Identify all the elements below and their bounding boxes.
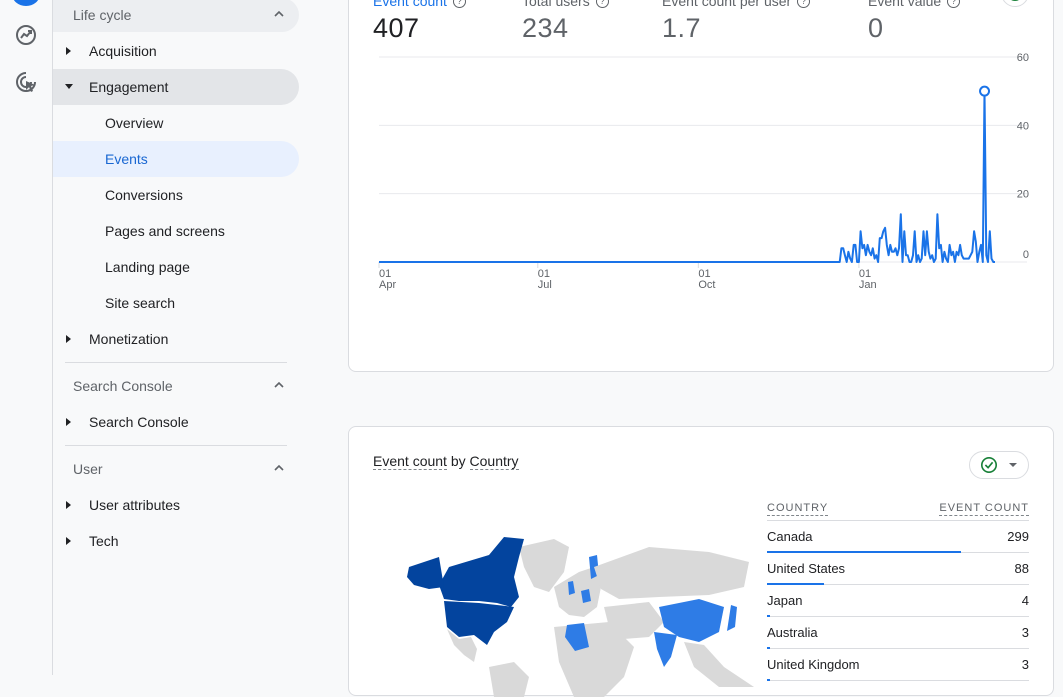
map-region-alaska bbox=[407, 557, 444, 589]
caret-right-icon bbox=[65, 417, 73, 427]
table-header: COUNTRY EVENT COUNT bbox=[767, 497, 1029, 521]
advertising-icon[interactable] bbox=[14, 70, 38, 94]
nav-item-engagement[interactable]: Engagement bbox=[53, 69, 299, 105]
nav-item-acquisition[interactable]: Acquisition bbox=[53, 33, 299, 69]
event-count-value: 299 bbox=[1007, 529, 1029, 544]
map-region-southeast-asia bbox=[684, 642, 754, 687]
dimension-selector[interactable]: Country bbox=[470, 453, 519, 470]
nav-item-label: Site search bbox=[105, 295, 175, 311]
map-region-south-america bbox=[489, 662, 529, 697]
nav-item-label: Pages and screens bbox=[105, 223, 225, 239]
chevron-up-icon bbox=[273, 462, 285, 474]
map-region-japan bbox=[727, 605, 737, 631]
map-region-india bbox=[654, 632, 677, 667]
nav-item-label: Conversions bbox=[105, 187, 183, 203]
nav-item-site-search[interactable]: Site search bbox=[53, 285, 299, 321]
column-header-event-count[interactable]: EVENT COUNT bbox=[939, 501, 1029, 516]
nav-item-label: Search Console bbox=[89, 414, 189, 430]
event-count-value: 3 bbox=[1022, 657, 1029, 672]
caret-right-icon bbox=[65, 536, 73, 546]
caret-right-icon bbox=[65, 46, 73, 56]
nav-item-label: Landing page bbox=[105, 259, 190, 275]
nav-item-label: Monetization bbox=[89, 331, 168, 347]
x-tick-month: Oct bbox=[698, 279, 715, 291]
nav-item-label: Overview bbox=[105, 115, 163, 131]
section-header-user[interactable]: User bbox=[53, 452, 299, 486]
y-tick-label: 60 bbox=[1017, 52, 1029, 64]
reports-icon[interactable] bbox=[14, 23, 38, 47]
nav-item-monetization[interactable]: Monetization bbox=[53, 321, 299, 357]
nav-item-label: User attributes bbox=[89, 497, 180, 513]
value-bar bbox=[767, 679, 770, 681]
country-name: Canada bbox=[767, 529, 813, 544]
caret-down-icon bbox=[64, 83, 74, 91]
series-line-event-count bbox=[379, 91, 995, 262]
section-title: User bbox=[73, 461, 103, 477]
title-by: by bbox=[451, 453, 466, 469]
country-name: Japan bbox=[767, 593, 802, 608]
country-name: United States bbox=[767, 561, 845, 576]
nav-item-label: Events bbox=[105, 151, 148, 167]
nav-item-events[interactable]: Events bbox=[53, 141, 299, 177]
event-count-value: 3 bbox=[1022, 625, 1029, 640]
nav-item-landing-page[interactable]: Landing page bbox=[53, 249, 299, 285]
nav-divider bbox=[65, 362, 287, 363]
nav-item-conversions[interactable]: Conversions bbox=[53, 177, 299, 213]
chevron-up-icon bbox=[273, 379, 285, 391]
nav-item-tech[interactable]: Tech bbox=[53, 523, 299, 559]
event-count-by-country-card: Event count by Country bbox=[348, 426, 1054, 696]
event-count-value: 88 bbox=[1015, 561, 1029, 576]
nav-item-label: Acquisition bbox=[89, 43, 157, 59]
x-tick-month: Jan bbox=[859, 279, 877, 291]
map-region-canada bbox=[439, 537, 524, 607]
table-row[interactable]: United Kingdom 3 bbox=[767, 649, 1029, 681]
event-count-line-chart: 020406001Apr01Jul01Oct01Jan bbox=[349, 1, 1055, 301]
table-row[interactable]: United States 88 bbox=[767, 553, 1029, 585]
column-header-country[interactable]: COUNTRY bbox=[767, 501, 828, 516]
country-name: United Kingdom bbox=[767, 657, 860, 672]
caret-right-icon bbox=[65, 334, 73, 344]
y-tick-label: 0 bbox=[1023, 249, 1029, 261]
section-header-life-cycle[interactable]: Life cycle bbox=[53, 0, 299, 32]
app-rail bbox=[0, 0, 53, 675]
chevron-up-icon bbox=[273, 8, 285, 20]
x-tick-month: Jul bbox=[538, 279, 552, 291]
nav-item-user-attributes[interactable]: User attributes bbox=[53, 487, 299, 523]
y-tick-label: 40 bbox=[1017, 120, 1029, 132]
country-name: Australia bbox=[767, 625, 818, 640]
table-row[interactable]: Japan 4 bbox=[767, 585, 1029, 617]
metric-selector[interactable]: Event count bbox=[373, 453, 447, 470]
nav-item-pages-and-screens[interactable]: Pages and screens bbox=[53, 213, 299, 249]
x-tick-month: Apr bbox=[379, 279, 396, 291]
data-point-highlight[interactable] bbox=[980, 87, 989, 96]
data-quality-dropdown[interactable] bbox=[969, 451, 1029, 479]
section-header-search-console[interactable]: Search Console bbox=[53, 369, 299, 403]
caret-right-icon bbox=[65, 500, 73, 510]
home-icon[interactable] bbox=[12, 0, 40, 6]
section-title: Life cycle bbox=[73, 7, 131, 23]
nav-item-overview[interactable]: Overview bbox=[53, 105, 299, 141]
report-navigation: Life cycle Acquisition Engagement Overvi… bbox=[53, 0, 308, 675]
card-title: Event count by Country bbox=[373, 453, 519, 469]
nav-divider bbox=[65, 445, 287, 446]
table-row[interactable]: Canada 299 bbox=[767, 521, 1029, 553]
world-map bbox=[379, 527, 759, 697]
check-circle-icon bbox=[980, 456, 998, 474]
map-region-russia bbox=[594, 547, 749, 599]
event-count-value: 4 bbox=[1022, 593, 1029, 608]
y-tick-label: 20 bbox=[1017, 189, 1029, 201]
events-over-time-card: Event count? 407 Total users? 234 Event … bbox=[348, 0, 1054, 372]
section-title: Search Console bbox=[73, 378, 173, 394]
nav-item-label: Engagement bbox=[89, 79, 168, 95]
table-row[interactable]: Australia 3 bbox=[767, 617, 1029, 649]
nav-item-label: Tech bbox=[89, 533, 119, 549]
nav-item-search-console[interactable]: Search Console bbox=[53, 404, 299, 440]
caret-down-icon bbox=[1008, 462, 1018, 468]
country-table: COUNTRY EVENT COUNT Canada 299 United Stat… bbox=[767, 497, 1029, 681]
